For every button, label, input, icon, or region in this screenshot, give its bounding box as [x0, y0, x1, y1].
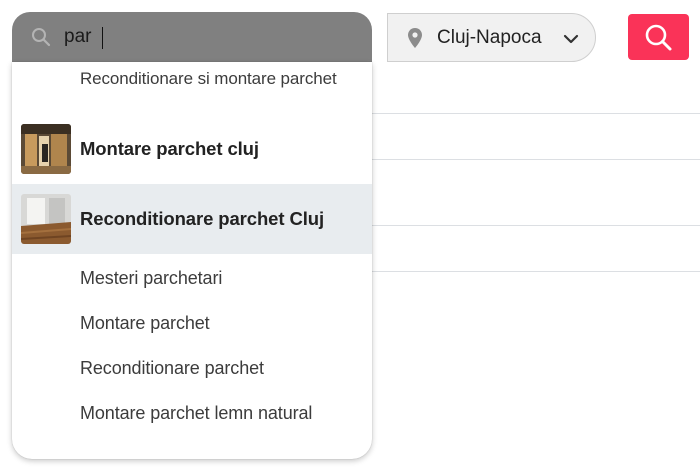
magnifier-icon [645, 24, 672, 51]
search-box[interactable] [12, 12, 372, 62]
map-pin-icon [408, 28, 422, 53]
text-caret [102, 27, 103, 49]
suggestion-item[interactable]: Montare parchet [12, 301, 372, 345]
page-divider [372, 113, 700, 114]
suggestion-item-highlighted[interactable]: Reconditionare parchet Cluj [12, 184, 372, 254]
suggestion-item[interactable]: Reconditionare si montare parchet [12, 68, 372, 89]
suggestion-item[interactable]: Reconditionare parchet [12, 346, 372, 390]
magnifier-icon [31, 27, 51, 52]
suggestion-thumbnail [21, 194, 71, 244]
suggestion-item[interactable]: Montare parchet lemn natural [12, 391, 372, 435]
page-divider [372, 271, 700, 272]
suggestion-thumbnail [21, 124, 71, 174]
chevron-down-icon [563, 32, 579, 50]
suggestion-item[interactable]: Montare parchet cluj [12, 114, 372, 184]
location-select[interactable]: Cluj-Napoca [387, 13, 596, 62]
search-input[interactable] [64, 22, 354, 52]
suggestion-label: Reconditionare parchet Cluj [80, 208, 325, 229]
suggestion-label: Montare parchet cluj [80, 138, 259, 159]
search-button[interactable] [628, 14, 689, 60]
suggestions-dropdown: Reconditionare si montare parchet Montar… [12, 62, 372, 459]
page-divider [372, 225, 700, 226]
location-value: Cluj-Napoca [437, 27, 542, 48]
page-divider [372, 159, 700, 160]
suggestion-item[interactable]: Mesteri parchetari [12, 256, 372, 300]
